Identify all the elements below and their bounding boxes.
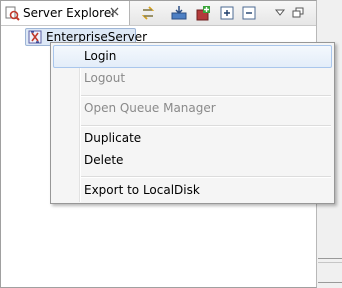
server-explorer-icon — [5, 6, 20, 21]
menu-separator — [81, 125, 331, 127]
menu-item-logout[interactable]: Logout — [84, 71, 125, 85]
view-tab-bar: Server Explorer — [1, 1, 316, 26]
tab-server-explorer[interactable]: Server Explorer — [1, 1, 130, 25]
context-menu: Login Logout Open Queue Manager Duplicat… — [50, 42, 335, 204]
menu-item-open-queue-manager[interactable]: Open Queue Manager — [84, 101, 216, 115]
menu-separator — [81, 95, 331, 97]
menu-item-export-to-localdisk[interactable]: Export to LocalDisk — [84, 183, 200, 197]
import-icon[interactable] — [171, 5, 187, 21]
panel-divider — [318, 262, 342, 263]
add-server-icon[interactable] — [195, 5, 211, 21]
view-menu-icon[interactable] — [272, 5, 288, 21]
close-icon[interactable] — [108, 5, 121, 18]
tab-label: Server Explorer — [23, 6, 117, 20]
menu-item-login[interactable]: Login — [84, 49, 116, 63]
menu-item-delete[interactable]: Delete — [84, 153, 123, 167]
minimize-icon[interactable] — [290, 5, 306, 21]
expand-all-icon[interactable] — [219, 5, 235, 21]
panel-divider — [318, 258, 342, 259]
enterprise-server-icon — [28, 30, 42, 44]
sync-icon[interactable] — [140, 5, 156, 21]
menu-separator — [81, 176, 331, 178]
collapse-all-icon[interactable] — [241, 5, 257, 21]
panel-divider — [318, 282, 342, 283]
menu-item-duplicate[interactable]: Duplicate — [84, 131, 141, 145]
